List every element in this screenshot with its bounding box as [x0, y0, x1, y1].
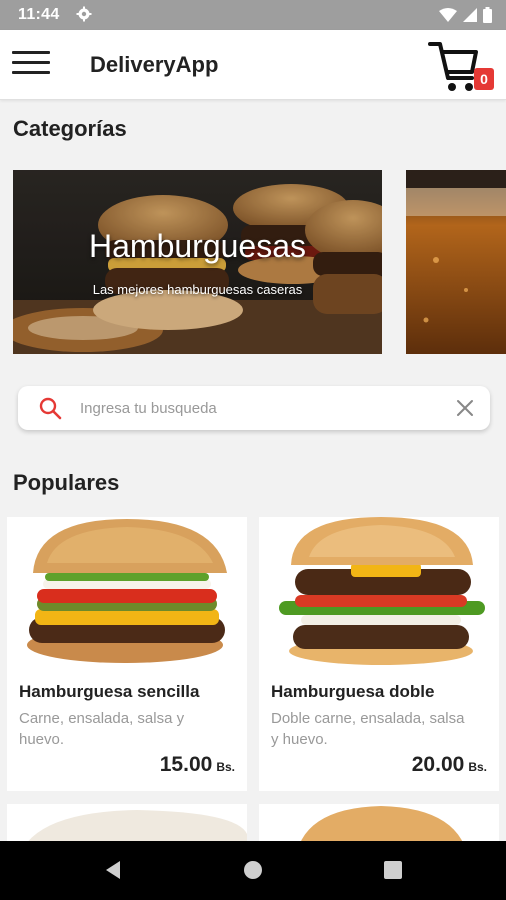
search-icon [39, 397, 62, 420]
burger-double-photo [259, 517, 499, 667]
categories-title: Categorías [13, 116, 127, 141]
product-price: 20.00 Bs. [412, 753, 487, 777]
category-title: Hamburguesas [89, 228, 306, 264]
battery-icon [483, 7, 492, 23]
product-name: Hamburguesa sencilla [19, 682, 200, 701]
system-nav-bar [0, 841, 506, 900]
product-description: Carne, ensalada, salsa y huevo. [19, 710, 185, 748]
price-value: 20.00 [411, 753, 465, 776]
product-price: 15.00 Bs. [160, 753, 235, 777]
menu-button[interactable] [12, 51, 50, 79]
app-title: DeliveryApp [90, 52, 219, 77]
search-input[interactable] [80, 394, 440, 422]
gear-icon [76, 6, 92, 22]
cart-badge: 0 [474, 68, 494, 90]
product-card[interactable]: Hamburguesa sencilla Carne, ensalada, sa… [7, 517, 247, 791]
burger-single-photo [7, 517, 247, 667]
signal-icon [463, 8, 477, 22]
close-icon[interactable] [455, 398, 475, 418]
product-card[interactable]: Hamburguesa doble Doble carne, ensalada,… [259, 517, 499, 791]
category-card-hamburguesas[interactable]: Hamburguesas Las mejores hamburguesas ca… [13, 170, 382, 354]
drink-photo [406, 170, 506, 354]
price-currency: Bs. [216, 760, 235, 774]
product-description: Doble carne, ensalada, salsa y huevo. [271, 710, 465, 748]
category-card-bebidas[interactable] [406, 170, 506, 354]
status-bar: 11:44 [0, 0, 506, 30]
product-name: Hamburguesa doble [271, 682, 435, 701]
populares-title: Populares [13, 470, 120, 495]
price-value: 15.00 [159, 753, 213, 776]
wifi-icon [439, 8, 457, 22]
menu-icon [12, 51, 50, 54]
search-bar [18, 386, 490, 430]
app-bar: DeliveryApp [0, 30, 506, 100]
price-currency: Bs. [468, 760, 487, 774]
home-icon[interactable] [241, 858, 265, 882]
back-icon[interactable] [102, 858, 126, 882]
recents-icon[interactable] [381, 858, 405, 882]
status-time: 11:44 [18, 6, 60, 23]
category-subtitle: Las mejores hamburguesas caseras [92, 282, 303, 297]
